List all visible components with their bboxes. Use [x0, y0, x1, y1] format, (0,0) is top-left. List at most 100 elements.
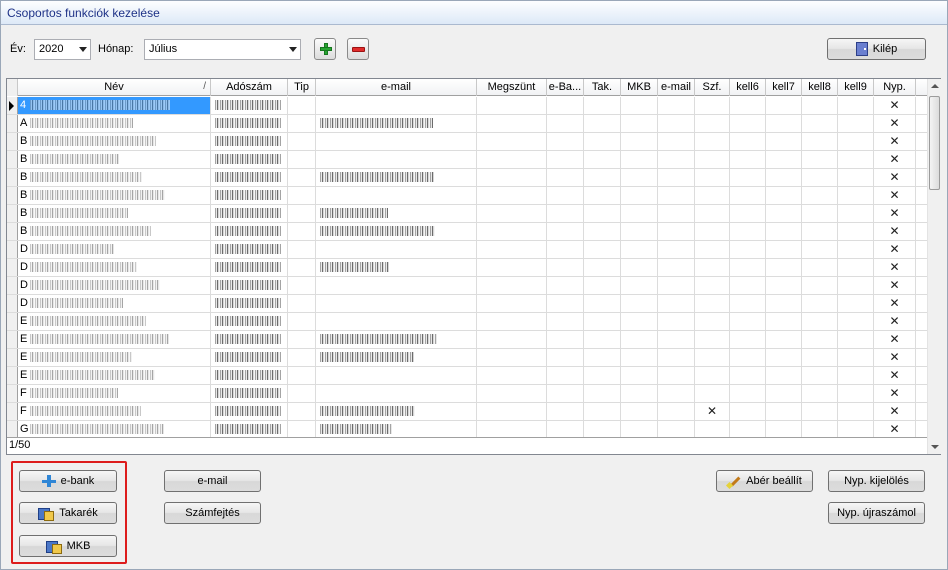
name-cell[interactable]: B [18, 205, 211, 222]
column-header[interactable]: kell8 [802, 79, 838, 96]
name-cell[interactable]: B [18, 187, 211, 204]
nyp-cell[interactable]: ✕ [874, 313, 916, 330]
tax-number-cell[interactable] [211, 97, 288, 114]
grid-cell[interactable] [621, 295, 658, 312]
row-indicator[interactable] [7, 385, 18, 402]
grid-cell[interactable] [838, 295, 874, 312]
szf-cell[interactable] [695, 97, 730, 114]
szf-cell[interactable] [695, 349, 730, 366]
grid-cell[interactable] [802, 277, 838, 294]
month-select[interactable]: Július [144, 39, 301, 60]
tax-number-cell[interactable] [211, 313, 288, 330]
grid-cell[interactable] [288, 349, 316, 366]
grid-cell[interactable] [658, 385, 695, 402]
grid-cell[interactable] [288, 151, 316, 168]
grid-cell[interactable] [547, 421, 584, 437]
grid-cell[interactable] [730, 295, 766, 312]
row-indicator[interactable] [7, 97, 18, 114]
table-row[interactable]: F ✕ ✕ [7, 403, 927, 421]
grid-cell[interactable] [584, 421, 621, 437]
scroll-thumb[interactable] [929, 96, 940, 190]
exit-button[interactable]: Kilép [827, 38, 926, 60]
table-row[interactable]: D ✕ [7, 277, 927, 295]
column-header[interactable]: MKB [621, 79, 658, 96]
grid-cell[interactable] [547, 295, 584, 312]
row-indicator[interactable] [7, 277, 18, 294]
grid-cell[interactable] [621, 367, 658, 384]
email-cell[interactable] [316, 277, 477, 294]
nyp-kijeloles-button[interactable]: Nyp. kijelölés [828, 470, 925, 492]
nyp-cell[interactable]: ✕ [874, 331, 916, 348]
grid-cell[interactable] [477, 295, 547, 312]
name-cell[interactable]: D [18, 277, 211, 294]
grid-cell[interactable] [658, 169, 695, 186]
grid-cell[interactable] [621, 385, 658, 402]
grid-cell[interactable] [766, 223, 802, 240]
grid-cell[interactable] [584, 151, 621, 168]
tax-number-cell[interactable] [211, 241, 288, 258]
column-header[interactable]: Név / [18, 79, 211, 96]
grid-cell[interactable] [584, 403, 621, 420]
row-indicator[interactable] [7, 421, 18, 437]
column-header[interactable]: e-Ba... [547, 79, 584, 96]
grid-cell[interactable] [584, 97, 621, 114]
grid-cell[interactable] [766, 313, 802, 330]
szf-cell[interactable] [695, 277, 730, 294]
scroll-down-icon[interactable] [931, 445, 939, 449]
grid-cell[interactable] [288, 241, 316, 258]
grid-cell[interactable] [658, 97, 695, 114]
grid-cell[interactable] [802, 151, 838, 168]
email-cell[interactable] [316, 421, 477, 437]
grid-cell[interactable] [477, 223, 547, 240]
grid-cell[interactable] [766, 187, 802, 204]
nyp-cell[interactable]: ✕ [874, 187, 916, 204]
row-indicator[interactable] [7, 349, 18, 366]
grid-cell[interactable] [547, 403, 584, 420]
grid-cell[interactable] [802, 169, 838, 186]
table-row[interactable]: F ✕ [7, 385, 927, 403]
row-indicator[interactable] [7, 331, 18, 348]
grid-cell[interactable] [288, 205, 316, 222]
grid-cell[interactable] [730, 331, 766, 348]
name-cell[interactable]: D [18, 259, 211, 276]
nyp-cell[interactable]: ✕ [874, 97, 916, 114]
tax-number-cell[interactable] [211, 169, 288, 186]
table-row[interactable]: B ✕ [7, 187, 927, 205]
grid-cell[interactable] [658, 367, 695, 384]
grid-cell[interactable] [658, 403, 695, 420]
grid-cell[interactable] [547, 349, 584, 366]
grid-cell[interactable] [621, 259, 658, 276]
email-cell[interactable] [316, 385, 477, 402]
grid-cell[interactable] [730, 115, 766, 132]
table-row[interactable]: B ✕ [7, 205, 927, 223]
grid-cell[interactable] [658, 187, 695, 204]
table-row[interactable]: E ✕ [7, 313, 927, 331]
szf-cell[interactable] [695, 313, 730, 330]
scroll-up-icon[interactable] [931, 84, 939, 88]
row-indicator[interactable] [7, 187, 18, 204]
grid-cell[interactable] [838, 151, 874, 168]
szf-cell[interactable] [695, 133, 730, 150]
grid-cell[interactable] [730, 403, 766, 420]
szamfejtes-button[interactable]: Számfejtés [164, 502, 261, 524]
grid-cell[interactable] [802, 205, 838, 222]
grid-cell[interactable] [621, 151, 658, 168]
grid-cell[interactable] [477, 205, 547, 222]
grid-cell[interactable] [838, 223, 874, 240]
year-select[interactable]: 2020 [34, 39, 91, 60]
grid-cell[interactable] [802, 187, 838, 204]
grid-cell[interactable] [547, 169, 584, 186]
grid-cell[interactable] [802, 331, 838, 348]
name-cell[interactable]: E [18, 349, 211, 366]
row-indicator[interactable] [7, 151, 18, 168]
grid-cell[interactable] [838, 259, 874, 276]
name-cell[interactable]: E [18, 331, 211, 348]
nyp-cell[interactable]: ✕ [874, 259, 916, 276]
tax-number-cell[interactable] [211, 151, 288, 168]
grid-cell[interactable] [766, 421, 802, 437]
grid-cell[interactable] [584, 277, 621, 294]
grid-cell[interactable] [547, 97, 584, 114]
grid-cell[interactable] [802, 349, 838, 366]
grid-cell[interactable] [730, 187, 766, 204]
grid-cell[interactable] [766, 349, 802, 366]
